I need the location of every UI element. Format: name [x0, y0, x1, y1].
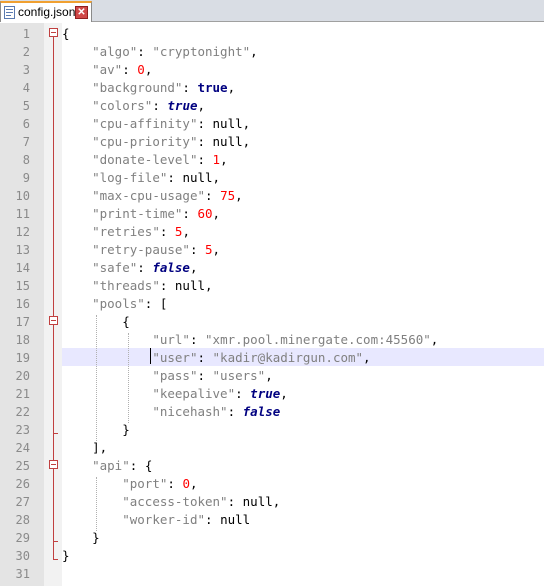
code-line: "cpu-affinity": null, [92, 116, 251, 131]
code-line: "log-file": null, [92, 170, 221, 185]
line-number: 21 [15, 387, 30, 401]
code-line: "algo": "cryptonight", [92, 44, 258, 59]
tab-config-json[interactable]: config.json ✕ [0, 1, 92, 22]
line-number: 29 [15, 531, 30, 545]
line-number: 20 [15, 369, 30, 383]
code-line: "cpu-priority": null, [92, 134, 251, 149]
code-line: "worker-id": null [122, 512, 251, 527]
line-number: 17 [15, 315, 30, 329]
line-number: 22 [15, 405, 30, 419]
code-line: "user": "kadir@kadirgun.com", [152, 350, 371, 365]
code-line: "threads": null, [92, 278, 213, 293]
code-line: ], [92, 440, 108, 455]
tab-bar: config.json ✕ [0, 0, 544, 22]
line-number: 10 [15, 189, 30, 203]
code-line: "max-cpu-usage": 75, [92, 188, 243, 203]
file-icon [4, 6, 15, 19]
code-line: "print-time": 60, [92, 206, 221, 221]
code-line: "retry-pause": 5, [92, 242, 221, 257]
line-number: 27 [15, 495, 30, 509]
line-number: 9 [22, 171, 30, 185]
line-number: 16 [15, 297, 30, 311]
tab-label: config.json [18, 5, 76, 19]
code-line: "url": "xmr.pool.minergate.com:45560", [152, 332, 439, 347]
code-line: { [62, 26, 70, 41]
line-number: 6 [22, 117, 30, 131]
line-number: 12 [15, 225, 30, 239]
line-number: 14 [15, 261, 30, 275]
line-number: 25 [15, 459, 30, 473]
line-number: 8 [22, 153, 30, 167]
code-line: "av": 0, [92, 62, 153, 77]
line-number: 15 [15, 279, 30, 293]
code-line: "port": 0, [122, 476, 198, 491]
code-line: "pass": "users", [152, 368, 273, 383]
line-number: 30 [15, 549, 30, 563]
line-number: 1 [22, 27, 30, 41]
code-line: "nicehash": false [152, 404, 281, 419]
code-line: } [122, 422, 130, 437]
code-line: "retries": 5, [92, 224, 190, 239]
code-line: "access-token": null, [122, 494, 281, 509]
line-number: 13 [15, 243, 30, 257]
line-number: 23 [15, 423, 30, 437]
code-line: } [92, 530, 100, 545]
line-number: 3 [22, 63, 30, 77]
code-line: "colors": true, [92, 98, 206, 113]
line-number: 24 [15, 441, 30, 455]
line-number: 11 [15, 207, 30, 221]
close-icon[interactable]: ✕ [75, 6, 88, 19]
code-line: { [122, 314, 130, 329]
code-line: "pools": [ [92, 296, 168, 311]
line-number: 31 [15, 567, 30, 581]
code-line: "donate-level": 1, [92, 152, 228, 167]
line-number: 26 [15, 477, 30, 491]
line-number: 2 [22, 45, 30, 59]
line-number: 7 [22, 135, 30, 149]
line-number: 19 [15, 351, 30, 365]
line-number: 28 [15, 513, 30, 527]
code-line: "api": { [92, 458, 153, 473]
code-line: "background": true, [92, 80, 236, 95]
code-line: "keepalive": true, [152, 386, 288, 401]
line-number: 18 [15, 333, 30, 347]
line-number: 5 [22, 99, 30, 113]
code-line: } [62, 548, 70, 563]
line-number: 4 [22, 81, 30, 95]
code-line: "safe": false, [92, 260, 198, 275]
